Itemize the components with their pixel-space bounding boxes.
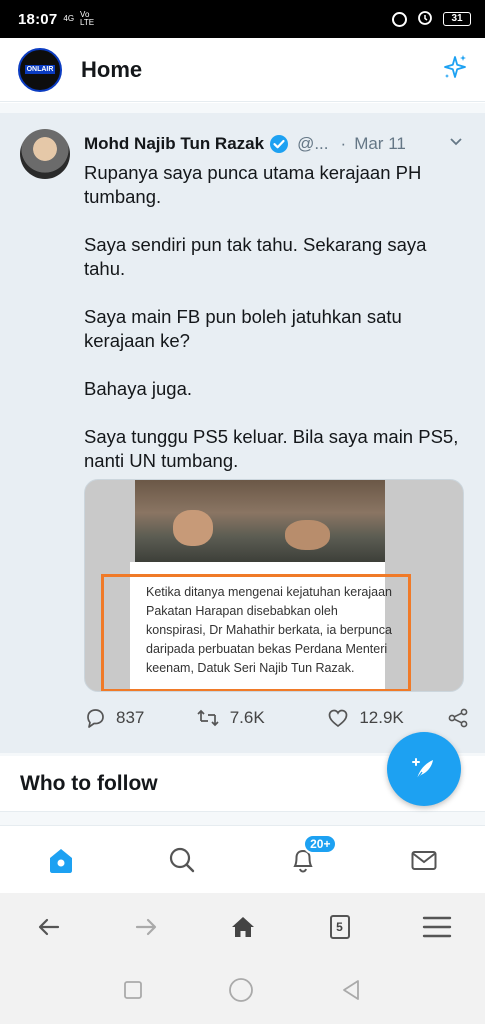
tweet-header: Mohd Najib Tun Razak @... · Mar 11 [84, 133, 464, 154]
tweet-paragraph: Bahaya juga. [84, 378, 193, 399]
share-icon [448, 708, 468, 728]
square-icon [123, 981, 142, 999]
tweet-paragraph: Saya main FB pun boleh jatuhkan satu ker… [84, 306, 402, 351]
volte-lte: LTE [80, 18, 95, 27]
home-icon [49, 848, 72, 873]
tab-count: 5 [329, 915, 350, 939]
tab-home[interactable] [31, 830, 91, 890]
circle-icon [229, 978, 254, 1002]
mail-icon [411, 850, 437, 870]
like-count: 12.9K [359, 708, 404, 727]
retweet-count: 7.6K [229, 708, 265, 727]
reply-count: 837 [116, 708, 145, 727]
sparkle-icon[interactable] [441, 53, 469, 86]
app-tab-bar: 20+ [0, 825, 485, 893]
author-name[interactable]: Mohd Najib Tun Razak [84, 134, 264, 154]
data-saver-icon [392, 11, 407, 27]
retweet-button[interactable]: 7.6K [196, 707, 328, 729]
status-bar: 18:07 4G Vo LTE 31 [0, 0, 485, 38]
tab-messages[interactable] [394, 830, 454, 890]
hamburger-menu-icon [422, 916, 451, 938]
tweet-date[interactable]: Mar 11 [354, 134, 406, 154]
back-button[interactable] [24, 902, 74, 952]
network-indicator: 4G [63, 15, 74, 23]
battery-indicator: 31 [443, 12, 471, 26]
search-icon [169, 847, 195, 872]
compose-feather-icon [412, 758, 433, 780]
like-button[interactable]: 12.9K [327, 707, 447, 729]
meta-separator: · [340, 133, 347, 153]
browser-home-icon [231, 917, 254, 937]
profile-logo-text: ONLAIR [24, 65, 56, 74]
verified-badge-icon [269, 134, 289, 154]
author-avatar[interactable] [20, 129, 70, 179]
media-photo-hand [285, 520, 330, 550]
browser-toolbar: 5 [0, 893, 485, 961]
reply-button[interactable]: 837 [84, 707, 196, 729]
browser-menu-button[interactable] [412, 902, 462, 952]
triangle-back-icon [343, 980, 360, 1000]
tab-search[interactable] [152, 830, 212, 890]
tweet-actions: 837 7.6K 12.9K [84, 707, 469, 729]
alarm-icon [417, 9, 433, 29]
reply-icon [87, 709, 104, 728]
retweet-icon [197, 709, 219, 727]
media-photo-hand [173, 510, 213, 546]
network-4g: 4G [63, 14, 75, 23]
arrow-left-icon [38, 918, 59, 936]
media-caption: Ketika ditanya mengenai kejatuhan keraja… [101, 574, 411, 691]
timeline-feed[interactable]: Mohd Najib Tun Razak @... · Mar 11 Rupan… [0, 103, 485, 825]
volte-indicator: Vo LTE [80, 11, 94, 27]
tab-notifications[interactable]: 20+ [273, 830, 338, 890]
chevron-down-icon[interactable] [448, 133, 464, 154]
home-nav-button[interactable] [227, 976, 255, 1009]
media-photo [135, 480, 385, 562]
tweet-paragraph: Saya tunggu PS5 keluar. Bila saya main P… [84, 426, 459, 471]
page-title: Home [81, 56, 143, 82]
tweet-paragraph: Saya sendiri pun tak tahu. Sekarang saya… [84, 234, 427, 279]
status-time: 18:07 [18, 10, 58, 28]
forward-button[interactable] [121, 902, 171, 952]
compose-tweet-button[interactable] [387, 732, 461, 806]
browser-tabs-button[interactable]: 5 [315, 902, 365, 952]
recents-button[interactable] [122, 979, 144, 1006]
arrow-right-icon [135, 918, 156, 936]
author-handle[interactable]: @... [297, 134, 328, 154]
share-button[interactable] [447, 707, 469, 729]
app-header: ONLAIR Home [0, 38, 485, 102]
notification-badge: 20+ [303, 833, 338, 854]
tweet-card[interactable]: Mohd Najib Tun Razak @... · Mar 11 Rupan… [0, 113, 485, 753]
profile-avatar[interactable]: ONLAIR [18, 47, 62, 92]
heart-icon [328, 709, 348, 728]
tweet-media-image[interactable]: Ketika ditanya mengenai kejatuhan keraja… [84, 479, 464, 692]
system-nav-bar [0, 961, 485, 1024]
browser-home-button[interactable] [218, 902, 268, 952]
back-nav-button[interactable] [339, 978, 363, 1007]
tweet-text: Rupanya saya punca utama kerajaan PH tum… [84, 161, 464, 473]
tweet-paragraph: Rupanya saya punca utama kerajaan PH tum… [84, 162, 422, 207]
